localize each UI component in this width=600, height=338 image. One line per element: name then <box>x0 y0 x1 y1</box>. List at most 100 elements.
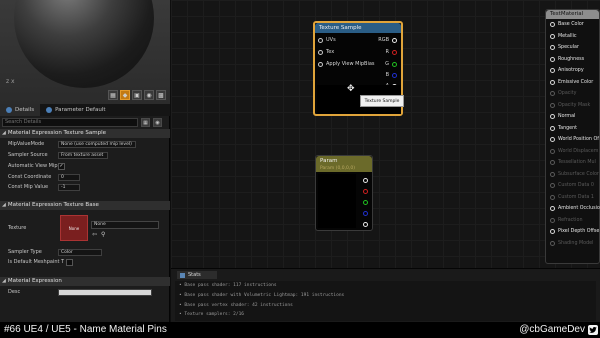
output-pin-icon[interactable] <box>363 200 368 205</box>
pin-label: Metallic <box>558 33 577 39</box>
input-pin-icon <box>550 45 555 50</box>
pin-label: Anisotropy <box>558 68 584 73</box>
output-pin-r[interactable]: R <box>386 49 397 55</box>
material-input-pin[interactable]: Refraction <box>550 217 583 223</box>
texture-thumbnail[interactable]: None <box>60 215 88 241</box>
category-material-expression[interactable]: ◢ Material Expression <box>0 277 170 286</box>
material-input-pin[interactable]: Emissive Color <box>550 79 593 85</box>
stat-line: • Base pass shader: 117 instructions <box>179 283 277 288</box>
material-preview-viewport[interactable]: z x ▦ ◆ ▣ ◉ ▩ <box>0 0 170 104</box>
prop-label: Const Mip Value <box>8 184 49 190</box>
input-pin-icon <box>550 102 555 108</box>
pin-label: Tangent <box>558 125 578 131</box>
category-label: Material Expression Texture Sample <box>7 130 107 136</box>
prop-label: Sampler Type <box>8 249 42 255</box>
mip-value-mode-dropdown[interactable]: None (use computed mip level) <box>58 141 136 148</box>
material-input-pin[interactable]: Tessellation Mul <box>550 160 596 165</box>
pin-label: World Displacem <box>558 148 599 154</box>
input-pin-icon <box>550 229 555 234</box>
prop-label: Automatic View Mip B <box>8 163 63 169</box>
prop-const-mip-value: Const Mip Value -1 <box>0 183 170 192</box>
input-pin-icon <box>318 61 323 67</box>
use-selected-arrow-icon[interactable]: ⇦ <box>92 231 97 238</box>
input-pin-icon <box>550 114 555 119</box>
pin-label: B <box>385 72 389 78</box>
prop-label: Const Coordinate <box>8 174 52 180</box>
pin-label: RGB <box>378 37 389 43</box>
viewport-button[interactable]: ▣ <box>132 90 142 100</box>
material-input-pin[interactable]: World Position Of <box>550 137 599 142</box>
browse-search-icon[interactable]: ⚲ <box>101 231 105 238</box>
material-result-node[interactable]: TestMaterial Base Color Metallic Specular R… <box>545 9 600 264</box>
input-pin-icon <box>550 160 555 165</box>
material-input-pin[interactable]: Base Color <box>550 22 584 27</box>
material-input-pin[interactable]: Pixel Depth Offse <box>550 229 599 234</box>
settings-icon[interactable]: ◉ <box>153 117 162 127</box>
output-pin-icon <box>392 37 397 43</box>
input-pin-tex[interactable]: Tex <box>318 49 334 55</box>
output-pin-rgb[interactable]: RGB <box>378 37 397 43</box>
pin-label: Tessellation Mul <box>558 160 596 165</box>
banner-handle: @cbGameDev <box>519 324 585 335</box>
output-pin-icon <box>392 49 397 55</box>
output-pin-icon[interactable] <box>363 211 368 216</box>
output-pin-icon[interactable] <box>363 189 368 194</box>
material-input-pin[interactable]: Subsurface Color <box>550 171 599 177</box>
material-input-pin[interactable]: Roughness <box>550 56 584 62</box>
tab-details[interactable]: Details <box>0 104 41 116</box>
input-pin-apply-view-mipbias[interactable]: Apply View MipBias <box>318 61 375 67</box>
viewport-button[interactable]: ▩ <box>156 90 166 100</box>
output-pin-icon <box>392 72 397 78</box>
sampler-source-dropdown[interactable]: From texture asset <box>58 152 108 159</box>
material-input-pin[interactable]: Normal <box>550 114 575 119</box>
material-input-pin[interactable]: World Displacem <box>550 148 599 154</box>
texture-asset-picker[interactable]: None <box>91 221 159 229</box>
prop-label: Is Default Meshpaint T <box>8 259 65 265</box>
material-graph[interactable]: Texture Sample UVs Tex Apply View MipBia… <box>171 0 600 268</box>
output-pin-g[interactable]: G <box>385 61 397 67</box>
tab-stats[interactable]: Stats <box>177 271 217 279</box>
is-default-meshpaint-checkbox[interactable] <box>66 259 73 266</box>
material-input-pin[interactable]: Metallic <box>550 33 577 39</box>
category-texture-sample[interactable]: ◢ Material Expression Texture Sample <box>0 129 170 138</box>
move-cursor-icon: ✥ <box>347 84 355 94</box>
search-input[interactable] <box>2 117 138 127</box>
pin-label: Opacity Mask <box>558 102 591 108</box>
viewport-button[interactable]: ▦ <box>108 90 118 100</box>
material-input-pin[interactable]: Specular <box>550 45 579 50</box>
output-pin-b[interactable]: B <box>386 72 397 78</box>
output-pin-icon[interactable] <box>363 178 368 183</box>
category-label: Material Expression Texture Base <box>7 202 99 208</box>
const-mip-value-field[interactable]: -1 <box>58 184 80 191</box>
tab-parameter-defaults[interactable]: Parameter Default <box>40 104 111 116</box>
param-node[interactable]: Param Param (0,0,0,0) <box>315 155 373 231</box>
input-pin-icon <box>550 79 555 85</box>
material-input-pin[interactable]: Tangent <box>550 125 578 131</box>
sampler-type-dropdown[interactable]: Color <box>58 249 102 256</box>
input-pin-uvs[interactable]: UVs <box>318 37 336 43</box>
viewport-button[interactable]: ◉ <box>144 90 154 100</box>
const-coordinate-field[interactable]: 0 <box>58 174 80 181</box>
output-pin-icon[interactable] <box>363 222 368 227</box>
material-input-pin[interactable]: Custom Data 0 <box>550 183 594 188</box>
prop-label: MipValueMode <box>8 141 45 147</box>
material-input-pin[interactable]: Opacity Mask <box>550 102 591 108</box>
material-input-pin[interactable]: Opacity <box>550 91 576 96</box>
pin-label: Base Color <box>558 22 584 27</box>
input-pin-icon <box>550 56 555 62</box>
pin-label: G <box>385 61 389 67</box>
category-label: Material Expression <box>7 278 62 284</box>
automatic-view-mip-checkbox[interactable]: ✓ <box>58 163 65 170</box>
input-pin-icon <box>550 125 555 131</box>
material-input-pin[interactable]: Ambient Occlusio <box>550 206 600 211</box>
preview-sphere <box>14 0 154 88</box>
material-input-pin[interactable]: Shading Model <box>550 240 593 246</box>
material-input-pin[interactable]: Custom Data 1 <box>550 194 594 200</box>
material-input-pin[interactable]: Anisotropy <box>550 68 584 73</box>
stats-log: • Base pass shader: 117 instructions • B… <box>175 281 596 321</box>
stat-line: • Texture samplers: 2/16 <box>179 312 245 317</box>
category-texture-base[interactable]: ◢ Material Expression Texture Base <box>0 201 170 210</box>
view-options-icon[interactable]: ▦ <box>141 117 150 127</box>
desc-field[interactable] <box>58 289 152 296</box>
viewport-button-active[interactable]: ◆ <box>120 90 130 100</box>
